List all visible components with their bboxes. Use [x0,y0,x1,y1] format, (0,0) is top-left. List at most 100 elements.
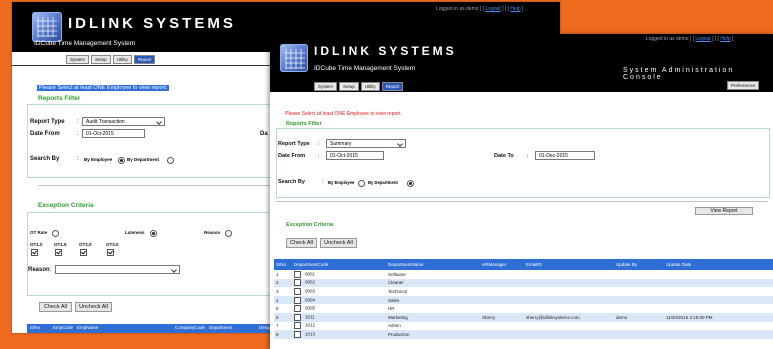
row-hr-manager [480,330,524,339]
row-department-name: Software [388,271,406,277]
col-update-date: Update Date [664,259,773,270]
tab-system[interactable]: System [66,55,90,64]
date-to-input[interactable]: 01-Dec-2015 [535,151,595,160]
row-department-code: 0001 [292,270,386,279]
idlink-logo-icon [32,12,62,42]
ot20-label: OT2.0 [79,242,92,247]
row-update-by [614,322,664,331]
uncheck-all-button[interactable]: Uncheck All [75,302,112,312]
date-from-input[interactable]: 01-Oct-2015 [82,129,145,138]
row-select-checkbox[interactable] [294,287,301,295]
row-update-date [664,278,773,288]
table-row[interactable]: 8 1013 Production [274,330,773,339]
row-update-by: demo [614,312,664,322]
brand-title: IDLINK SYSTEMS [314,44,457,58]
search-by-label: Search By [30,156,60,162]
row-hr-manager: Sherry [480,312,524,322]
row-department-code: 0005 [292,304,386,313]
login-status: Logged in as demo | [ Logout ] | [ Help … [646,36,734,42]
ot15-checkbox[interactable] [55,249,62,256]
ot30-label: OT3.0 [106,242,119,247]
tab-setup[interactable]: Setup [91,55,111,64]
front-report-window: IDLINK SYSTEMS IDCube Time Management Sy… [270,34,773,349]
ot30-checkbox[interactable] [107,249,114,256]
row-hr-manager [480,270,524,279]
row-email [524,287,614,296]
ot10-checkbox[interactable] [31,249,38,256]
tab-utility[interactable]: Utility [360,82,380,91]
reason-label: Reason [28,267,50,273]
row-select-checkbox[interactable] [294,270,301,278]
date-from-input[interactable]: 01-Oct-2015 [326,151,384,160]
table-row[interactable]: 4 0004 Sales [274,295,773,305]
row-email [524,295,614,305]
select-employee-message: Please Select at least ONE Employee to v… [285,111,402,117]
row-sno: 2 [274,278,292,288]
col-companycode: CompanyCode [175,325,206,330]
help-link[interactable]: Help [510,6,520,12]
lateness-radio[interactable] [150,230,157,237]
table-row[interactable]: 3 0003 Technical [274,287,773,296]
table-row[interactable]: 2 0002 Cleaner [274,278,773,288]
reason-select[interactable] [55,265,180,274]
row-select-checkbox[interactable] [294,296,301,304]
table-row[interactable]: 1 0001 Software [274,270,773,279]
date-to-label: Da [260,131,268,137]
by-employee-radio[interactable] [118,157,125,164]
check-all-button[interactable]: Check All [286,238,317,248]
row-email [524,330,614,339]
report-type-select[interactable]: Audit Transaction [82,117,165,126]
tab-report[interactable]: Report [381,82,404,91]
row-department-code: 1013 [292,330,386,339]
check-all-button[interactable]: Check All [39,302,72,312]
row-sno: 6 [274,312,292,322]
table-row[interactable]: 6 1011 Marketing Sherry sherry@idlinksystems… [274,312,773,322]
tab-utility[interactable]: Utility [112,55,132,64]
row-update-date [664,330,773,339]
row-email [524,304,614,313]
row-select-checkbox[interactable] [294,322,301,330]
table-row[interactable]: 5 0005 HR [274,304,773,313]
row-update-date [664,322,773,331]
ot-rate-radio[interactable] [52,230,59,237]
logout-link[interactable]: Logout [695,36,710,42]
system-console-title: System Administration Console [623,67,735,81]
reason-radio[interactable] [225,230,232,237]
by-employee-radio[interactable] [358,180,365,187]
select-employee-message: Please Select at least ONE Employee to v… [37,85,170,91]
row-department-code: 0003 [292,287,386,296]
row-email: sherry@idlinksystems.com [524,312,614,322]
row-department-name: Marketing [386,312,480,322]
date-to-label: Date To [494,153,514,159]
login-status: Logged in as demo | [ Logout ] | [ Help … [436,6,524,12]
view-report-button[interactable]: View Report [695,207,753,215]
ot-rate-label: OT Rate [30,230,48,235]
row-select-checkbox[interactable] [294,313,301,321]
tab-setup[interactable]: Setup [339,82,359,91]
col-sno: S/No [30,325,41,330]
help-link[interactable]: Help [720,36,730,42]
logout-link[interactable]: Logout [485,6,500,12]
table-row[interactable]: 7 1012 Admin [274,322,773,331]
row-email [524,278,614,288]
by-department-radio[interactable] [407,180,414,187]
by-department-radio[interactable] [167,157,174,164]
brand-title: IDLINK SYSTEMS [68,15,236,32]
row-select-checkbox[interactable] [294,305,301,313]
system-subtitle: IDCube Time Management System [314,65,416,72]
uncheck-all-button[interactable]: Uncheck All [320,238,357,248]
row-select-checkbox[interactable] [294,330,301,338]
row-select-checkbox[interactable] [294,279,301,287]
system-subtitle: IDCube Time Management System [34,40,136,47]
col-emailid: EmailID [524,259,614,270]
date-from-label: Date From [278,153,306,159]
preferences-button[interactable]: Preferences [727,81,760,90]
ot20-checkbox[interactable] [80,249,87,256]
report-type-select[interactable]: Summary [326,139,406,148]
tab-system[interactable]: System [314,82,338,91]
tab-report[interactable]: Report [133,55,156,64]
search-by-label: Search By [278,179,305,185]
row-update-by [614,330,664,339]
row-sno: 1 [276,271,279,277]
reports-filter-title: Reports Filter [38,95,81,102]
